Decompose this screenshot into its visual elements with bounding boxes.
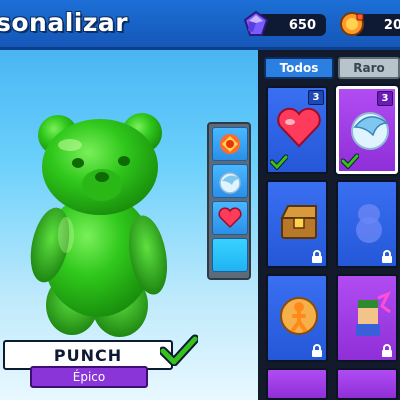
equipped-check-icon (160, 334, 198, 366)
punch-emote-icon (220, 134, 240, 154)
coins-value: 20 (383, 17, 400, 33)
lock-icon (312, 344, 322, 357)
character-name-label: PUNCH (53, 345, 123, 365)
item-card-runner[interactable] (266, 274, 328, 362)
dolphin-icon (351, 112, 390, 150)
slot-empty[interactable] (212, 238, 248, 272)
lock-icon (312, 250, 322, 263)
item-card-partial[interactable] (336, 368, 398, 400)
page-title: sonalizar (0, 8, 129, 37)
lock-icon (382, 344, 392, 357)
heart-emote-icon (218, 207, 242, 229)
ghost-character-icon (356, 204, 382, 243)
heart-icon (277, 107, 321, 148)
slot-dolphin[interactable] (212, 164, 248, 198)
rarity-label: Épico (72, 370, 106, 384)
running-figure-icon (280, 297, 318, 335)
gem-icon (243, 10, 269, 36)
treasure-chest-icon (280, 205, 317, 239)
tab-todos-label: Todos (279, 61, 319, 75)
tab-raro-label: Raro (353, 61, 385, 75)
tab-raro[interactable]: Raro (338, 57, 400, 79)
check-icon (270, 154, 288, 170)
lock-icon (382, 250, 392, 263)
item-card-partial[interactable] (266, 368, 328, 400)
tab-todos[interactable]: Todos (264, 57, 334, 79)
coin-icon (340, 12, 364, 36)
emote-slots (207, 122, 251, 280)
slot-heart[interactable] (212, 201, 248, 235)
character-portrait-icon (356, 291, 392, 336)
gems-value: 650 (288, 17, 316, 33)
character-preview[interactable] (20, 105, 190, 340)
rarity-badge: Épico (30, 366, 148, 388)
item-card-ghost[interactable] (336, 180, 398, 268)
item-card-chest[interactable] (266, 180, 328, 268)
slot-punch[interactable] (212, 127, 248, 161)
check-icon (341, 153, 359, 169)
item-card-portrait[interactable] (336, 274, 398, 362)
item-card-heart[interactable]: 3 (266, 86, 328, 174)
dolphin-emote-icon (219, 172, 241, 194)
item-card-dolphin[interactable]: 3 (336, 86, 398, 174)
